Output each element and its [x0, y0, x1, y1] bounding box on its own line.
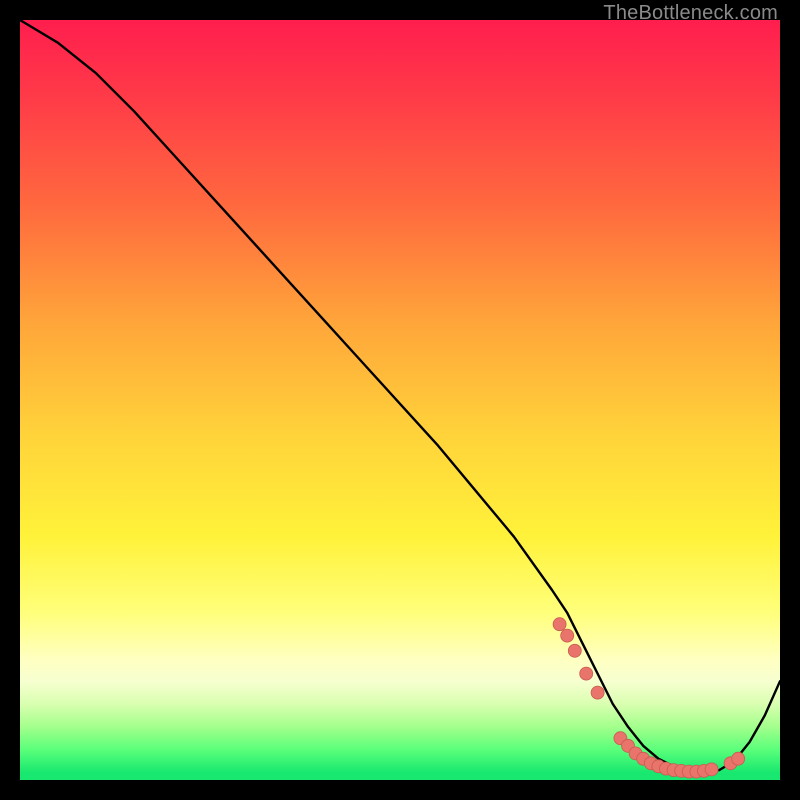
chart-overlay: [20, 20, 780, 780]
data-marker: [561, 629, 574, 642]
chart-frame: TheBottleneck.com: [0, 0, 800, 800]
data-marker: [568, 644, 581, 657]
data-marker: [553, 618, 566, 631]
data-marker: [580, 667, 593, 680]
data-marker: [591, 686, 604, 699]
bottleneck-curve: [20, 20, 780, 772]
data-marker: [705, 763, 718, 776]
plot-area: [20, 20, 780, 780]
data-marker: [732, 752, 745, 765]
